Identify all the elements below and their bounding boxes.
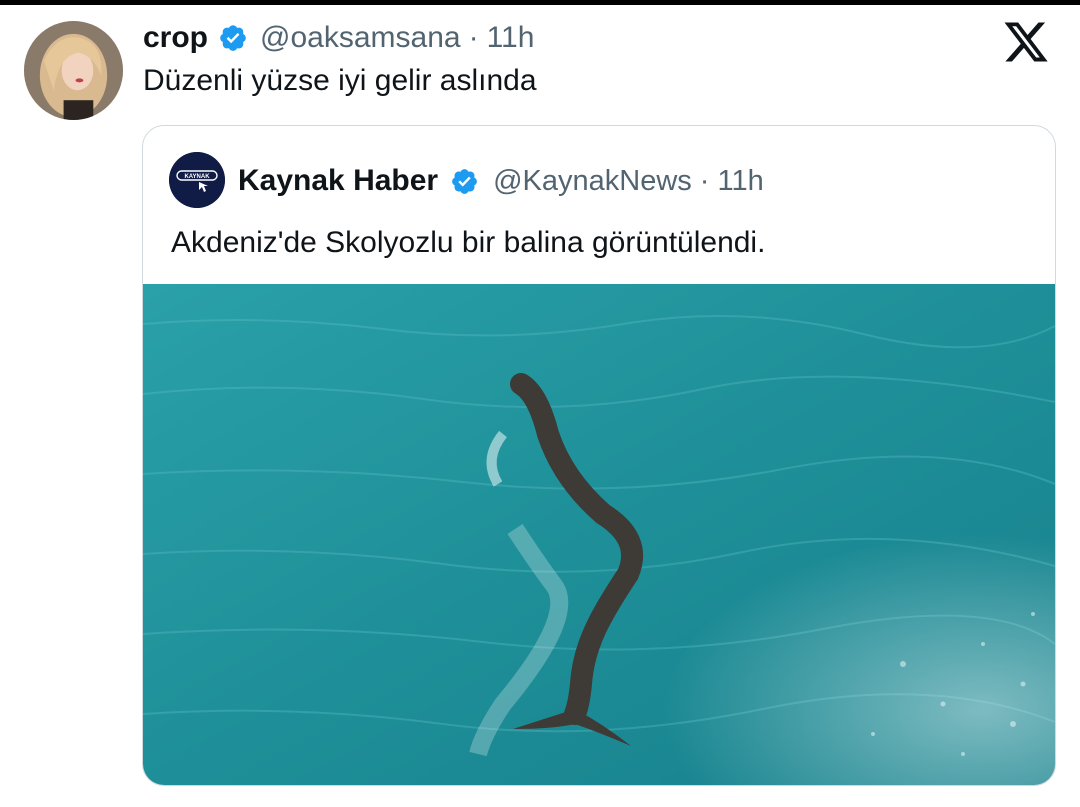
whale-sea-photo: [143, 284, 1055, 785]
verified-badge-icon: [450, 167, 479, 196]
tweet-header: crop @oaksamsana · 11h: [143, 18, 534, 58]
quoted-tweet-text: Akdeniz'de Skolyozlu bir balina görüntül…: [171, 226, 766, 259]
quoted-author-name[interactable]: Kaynak Haber: [238, 164, 438, 198]
bottom-edge: [0, 796, 1080, 807]
top-edge-bar: [0, 0, 1080, 5]
separator-dot: ·: [468, 21, 479, 54]
quoted-tweet-header: Kaynak Haber @KaynakNews · 11h: [238, 161, 764, 201]
author-name[interactable]: crop: [143, 21, 208, 55]
quoted-tweet-card[interactable]: KAYNAK Kaynak Haber @KaynakNews · 11h Ak…: [142, 125, 1056, 786]
quoted-author-avatar[interactable]: KAYNAK: [169, 152, 225, 208]
tweet-timestamp[interactable]: 11h: [487, 21, 535, 55]
separator-dot: ·: [699, 164, 710, 197]
quoted-tweet-media[interactable]: [143, 284, 1055, 785]
author-handle[interactable]: @oaksamsana: [260, 21, 461, 55]
author-avatar[interactable]: [24, 21, 123, 120]
verified-badge-icon: [218, 23, 248, 53]
tweet-text: Düzenli yüzse iyi gelir aslında: [143, 64, 537, 97]
quoted-author-handle[interactable]: @KaynakNews: [493, 165, 692, 198]
avatar-photo: [24, 21, 123, 120]
kaynak-logo-text: KAYNAK: [184, 174, 210, 180]
x-logo-icon[interactable]: [1000, 18, 1052, 66]
quoted-tweet-timestamp[interactable]: 11h: [717, 165, 763, 198]
